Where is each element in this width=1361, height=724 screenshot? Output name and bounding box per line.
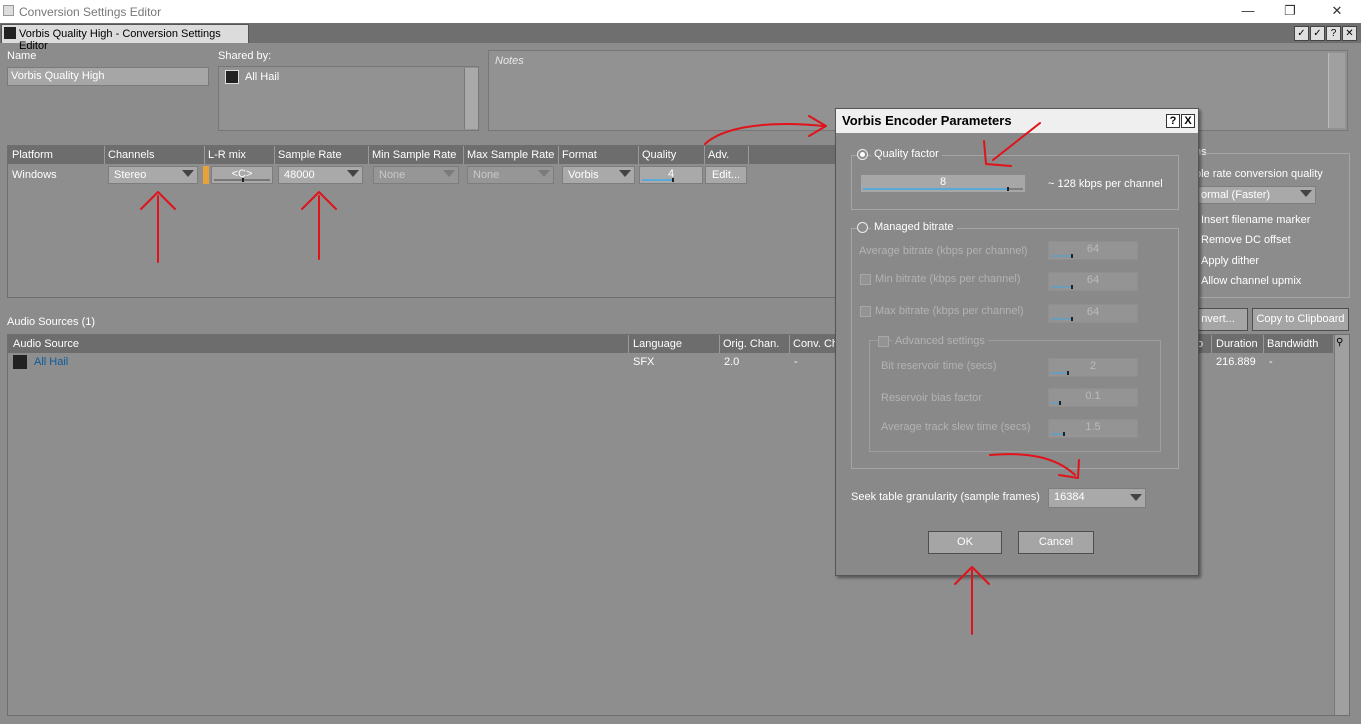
arrow-quality-factor xyxy=(983,122,1041,167)
arrow-seek-table xyxy=(989,453,1080,479)
annotation-arrows xyxy=(140,115,1080,635)
arrow-ok xyxy=(954,566,990,635)
arrow-to-dialog xyxy=(704,115,827,145)
arrow-channels xyxy=(140,191,176,263)
arrow-sample-rate xyxy=(301,191,337,260)
